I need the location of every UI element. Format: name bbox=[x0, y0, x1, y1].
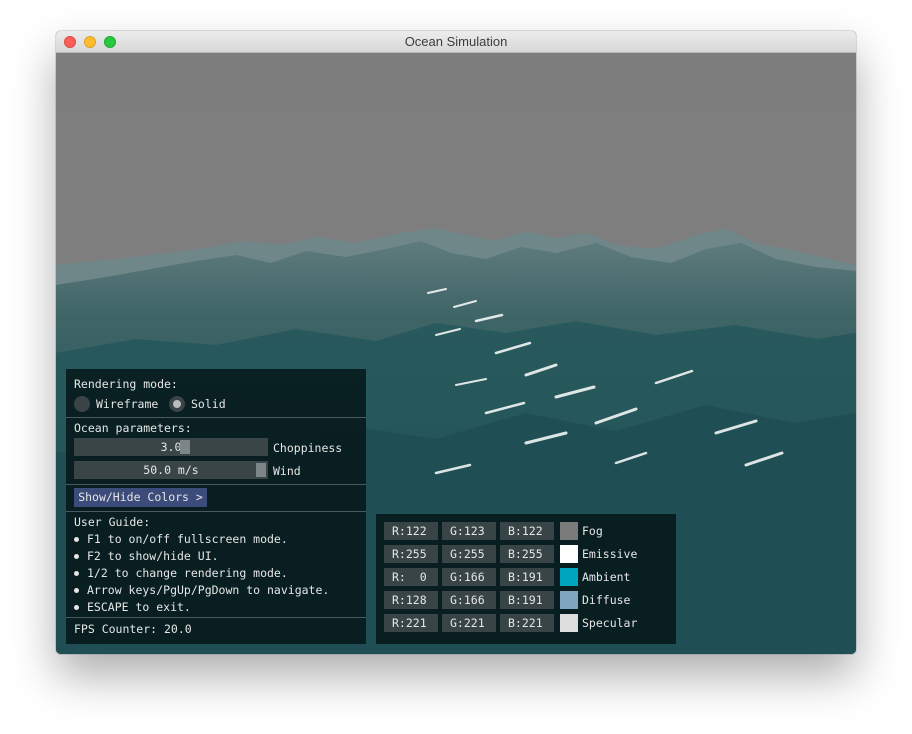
bullet-icon bbox=[74, 536, 79, 542]
emissive-red-field[interactable]: R:255 bbox=[384, 545, 438, 563]
app-window: Ocean Simulation Rendering mode: Wirefra… bbox=[56, 31, 856, 654]
window-title: Ocean Simulation bbox=[404, 34, 508, 49]
ambient-red-field[interactable]: R: 0 bbox=[384, 568, 438, 586]
ocean-parameters-label: Ocean parameters: bbox=[74, 421, 192, 435]
choppiness-slider[interactable]: 3.0 bbox=[74, 438, 268, 456]
emissive-color-swatch[interactable] bbox=[560, 545, 578, 563]
wind-slider[interactable]: 50.0 m/s bbox=[74, 461, 268, 479]
list-item: F1 to on/off fullscreen mode. bbox=[66, 532, 288, 546]
list-item: 1/2 to change rendering mode. bbox=[66, 566, 288, 580]
diffuse-red-field[interactable]: R:128 bbox=[384, 591, 438, 609]
wind-slider-handle[interactable] bbox=[256, 463, 266, 477]
choppiness-value: 3.0 bbox=[160, 440, 182, 454]
emissive-label: Emissive bbox=[582, 547, 638, 561]
settings-panel: Rendering mode: Wireframe Solid Ocean pa… bbox=[66, 369, 366, 644]
wind-value: 50.0 m/s bbox=[143, 463, 199, 477]
bullet-icon bbox=[74, 553, 79, 559]
wind-label: Wind bbox=[273, 464, 301, 478]
choppiness-slider-handle[interactable] bbox=[180, 440, 191, 454]
specular-color-swatch[interactable] bbox=[560, 614, 578, 632]
show-hide-colors-button[interactable]: Show/Hide Colors > bbox=[74, 488, 207, 507]
list-item: ESCAPE to exit. bbox=[66, 600, 191, 614]
rendering-mode-label: Rendering mode: bbox=[74, 377, 178, 391]
list-item: F2 to show/hide UI. bbox=[66, 549, 219, 563]
divider bbox=[66, 484, 366, 485]
title-bar: Ocean Simulation bbox=[56, 31, 856, 53]
wireframe-radio[interactable] bbox=[74, 396, 90, 412]
list-item: Arrow keys/PgUp/PgDown to navigate. bbox=[66, 583, 329, 597]
colors-panel: R:122 G:123 B:122 Fog R:255 G:255 B:255 … bbox=[376, 514, 676, 644]
specular-label: Specular bbox=[582, 616, 638, 630]
specular-red-field[interactable]: R:221 bbox=[384, 614, 438, 632]
ambient-green-field[interactable]: G:166 bbox=[442, 568, 496, 586]
fog-blue-field[interactable]: B:122 bbox=[500, 522, 554, 540]
specular-green-field[interactable]: G:221 bbox=[442, 614, 496, 632]
specular-blue-field[interactable]: B:221 bbox=[500, 614, 554, 632]
divider bbox=[66, 617, 366, 618]
bullet-icon bbox=[74, 587, 79, 593]
fog-label: Fog bbox=[582, 524, 603, 538]
solid-radio[interactable] bbox=[169, 396, 185, 412]
fog-green-field[interactable]: G:123 bbox=[442, 522, 496, 540]
ambient-label: Ambient bbox=[582, 570, 631, 584]
choppiness-label: Choppiness bbox=[273, 441, 343, 455]
ambient-blue-field[interactable]: B:191 bbox=[500, 568, 554, 586]
wireframe-label: Wireframe bbox=[96, 397, 159, 411]
fps-counter: FPS Counter: 20.0 bbox=[74, 622, 192, 636]
bullet-icon bbox=[74, 570, 79, 576]
solid-label: Solid bbox=[191, 397, 226, 411]
user-guide-label: User Guide: bbox=[74, 515, 151, 529]
bullet-icon bbox=[74, 604, 79, 610]
emissive-green-field[interactable]: G:255 bbox=[442, 545, 496, 563]
divider bbox=[66, 417, 366, 418]
diffuse-label: Diffuse bbox=[582, 593, 631, 607]
diffuse-blue-field[interactable]: B:191 bbox=[500, 591, 554, 609]
fog-color-swatch[interactable] bbox=[560, 522, 578, 540]
diffuse-color-swatch[interactable] bbox=[560, 591, 578, 609]
divider bbox=[66, 511, 366, 512]
fog-red-field[interactable]: R:122 bbox=[384, 522, 438, 540]
diffuse-green-field[interactable]: G:166 bbox=[442, 591, 496, 609]
ambient-color-swatch[interactable] bbox=[560, 568, 578, 586]
emissive-blue-field[interactable]: B:255 bbox=[500, 545, 554, 563]
